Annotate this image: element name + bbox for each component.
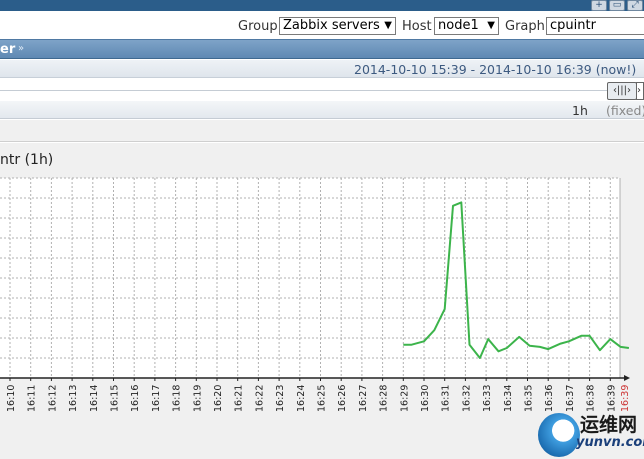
x-tick-label: 16:22 [254, 385, 265, 412]
host-label: Host [402, 19, 432, 34]
x-axis-arrow-icon [624, 375, 630, 381]
section-header-bar: er » [0, 39, 644, 59]
host-select[interactable]: node1 ▼ [434, 17, 499, 35]
restore-icon[interactable]: ▭ [609, 0, 625, 11]
x-tick-label: 16:37 [565, 385, 576, 412]
add-icon[interactable]: + [591, 0, 607, 11]
watermark-url: yunvn.com [576, 435, 644, 450]
host-select-value: node1 [438, 18, 479, 33]
x-tick-label: 16:14 [89, 385, 100, 412]
group-select[interactable]: Zabbix servers ▼ [279, 17, 396, 35]
scroll-right-icon[interactable]: › [636, 82, 644, 100]
double-chevron-up-icon[interactable]: » [18, 43, 24, 54]
graph-filter-bar: Group Zabbix servers ▼ Host node1 ▼ Grap… [0, 11, 644, 39]
x-tick-label: 16:11 [27, 385, 38, 412]
x-tick-label: 16:16 [130, 385, 141, 412]
x-tick-label: 16:24 [296, 385, 307, 412]
x-tick-label: 16:25 [317, 385, 328, 412]
period-row: 2014-10-10 15:39 - 2014-10-10 16:39 (now… [0, 60, 644, 78]
x-tick-label: 16:27 [358, 385, 369, 412]
section-title: er [0, 42, 16, 57]
x-tick-label: 16:18 [172, 385, 183, 412]
x-tick-label: 16:34 [503, 385, 514, 412]
graph-label: Graph [505, 19, 545, 34]
zoom-period-value[interactable]: 1h [572, 103, 588, 118]
watermark: 运维网 yunvn.com [538, 410, 644, 459]
fullscreen-icon[interactable]: ⤢ [627, 0, 643, 11]
dropdown-arrow-icon: ▼ [487, 20, 495, 31]
x-tick-label: 16:30 [420, 385, 431, 412]
x-tick-label: 16:23 [275, 385, 286, 412]
watermark-brand: 运维网 [580, 414, 638, 436]
x-tick-label: 16:13 [68, 385, 79, 412]
graph-spacer [0, 120, 644, 142]
x-tick-label: 16:20 [213, 385, 224, 412]
graph-select[interactable]: cpuintr [546, 17, 644, 35]
dropdown-arrow-icon: ▼ [384, 20, 392, 31]
x-tick-label: 16:19 [192, 385, 203, 412]
x-tick-label: 16:12 [47, 385, 58, 412]
scrollbar-track[interactable] [0, 90, 607, 91]
scrollbar-handle[interactable]: ‹|||› [607, 82, 637, 100]
group-label: Group [238, 19, 278, 34]
timeline-scrollbar[interactable]: ‹|||› › [0, 79, 644, 101]
x-tick-label: 16:33 [482, 385, 493, 412]
fixed-toggle[interactable]: (fixed) [606, 103, 644, 118]
x-now-label: 16:39 [620, 385, 631, 412]
x-tick-label: 16:31 [441, 385, 452, 412]
graph-select-value: cpuintr [550, 18, 596, 33]
x-tick-label: 16:39 [606, 385, 617, 412]
zoom-row: 1h (fixed) [0, 101, 644, 119]
x-tick-label: 16:10 [6, 385, 17, 412]
x-tick-label: 16:35 [524, 385, 535, 412]
yunvn-logo-icon [538, 413, 580, 457]
x-tick-label: 16:15 [110, 385, 121, 412]
group-select-value: Zabbix servers [283, 18, 380, 33]
x-tick-label: 16:26 [337, 385, 348, 412]
x-tick-label: 16:17 [151, 385, 162, 412]
top-window-bar: + ▭ ⤢ [0, 0, 644, 11]
x-tick-label: 16:38 [586, 385, 597, 412]
period-range-text: 2014-10-10 15:39 - 2014-10-10 16:39 (now… [354, 62, 637, 77]
x-tick-label: 16:21 [234, 385, 245, 412]
x-tick-label: 16:32 [461, 385, 472, 412]
x-tick-label: 16:29 [399, 385, 410, 412]
x-tick-label: 16:36 [544, 385, 555, 412]
x-tick-label: 16:28 [379, 385, 390, 412]
